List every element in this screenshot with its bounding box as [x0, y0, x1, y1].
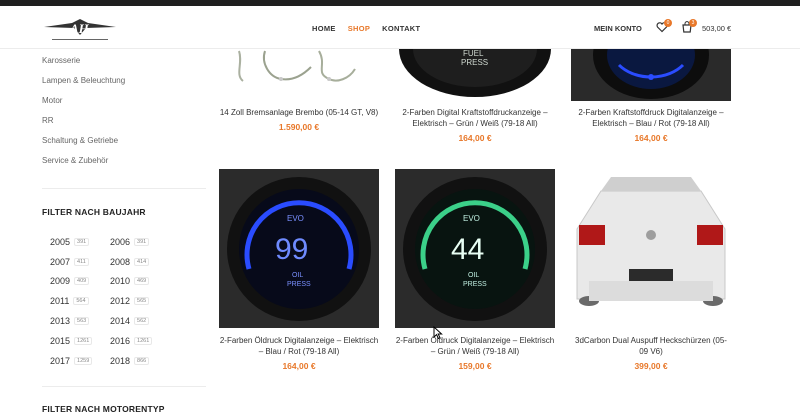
year-filter-item[interactable]: 2006 391: [110, 237, 170, 247]
product-image[interactable]: [219, 49, 379, 89]
svg-text:AH: AH: [69, 21, 90, 36]
nav-shop[interactable]: SHOP: [348, 24, 370, 33]
gauge-label-oil: OIL: [292, 272, 303, 279]
gauge-value: 44: [451, 233, 484, 266]
product-title[interactable]: 2-Farben Öldruck Digitalanzeige – Elektr…: [219, 335, 379, 357]
product-price: 164,00 €: [458, 133, 492, 143]
gauge-label-oil: OIL: [468, 272, 479, 279]
year-filter-item[interactable]: 2015 1261: [50, 336, 110, 346]
category-link[interactable]: Motor: [42, 91, 206, 111]
year-filter-item[interactable]: 2013 563: [50, 316, 110, 326]
product-title[interactable]: 2-Farben Öldruck Digitalanzeige – Elektr…: [395, 335, 555, 357]
product-image[interactable]: [571, 169, 731, 328]
product-title[interactable]: 3dCarbon Dual Auspuff Heckschürzen (05-0…: [571, 335, 731, 357]
gauge-label-fuel: FUEL: [463, 49, 484, 58]
gauge-label-press: PRESS: [461, 58, 488, 67]
year-filter-item[interactable]: 2014 562: [110, 316, 170, 326]
gauge-label-press: PRESS: [463, 281, 487, 288]
product-image[interactable]: EVO 99 OIL PRESS: [219, 169, 379, 328]
site-header: AH HOME SHOP KONTAKT MEIN KONTO 0 3 503,…: [0, 6, 800, 49]
gauge-label-evo: EVO: [463, 214, 480, 223]
year-filter-item[interactable]: 2008 414: [110, 257, 170, 267]
gauge-value: 99: [275, 233, 308, 266]
cart-count-badge: 3: [689, 19, 697, 27]
sidebar-categories: Karosserie Lampen & Beleuchtung Motor RR…: [42, 49, 206, 171]
product-price: 1.590,00 €: [278, 122, 320, 132]
my-account-link[interactable]: MEIN KONTO: [594, 24, 642, 33]
year-filter-item[interactable]: 2007 411: [50, 257, 110, 267]
year-filter-item[interactable]: 2010 469: [110, 276, 170, 286]
cart-total[interactable]: 503,00 €: [702, 24, 731, 33]
product-title[interactable]: 2-Farben Digital Kraftstoffdruckanzeige …: [395, 107, 555, 129]
year-filter-item[interactable]: 2005 391: [50, 237, 110, 247]
filter-engine-title: FILTER NACH MOTORENTYP: [42, 404, 165, 414]
product-price: 399,00 €: [634, 361, 668, 371]
nav-home[interactable]: HOME: [312, 24, 336, 33]
category-link[interactable]: Karosserie: [42, 51, 206, 71]
main-nav: HOME SHOP KONTAKT: [312, 24, 420, 33]
mouse-pointer-icon: [433, 326, 443, 340]
year-filter-item[interactable]: 2016 1261: [110, 336, 170, 346]
category-link[interactable]: Lampen & Beleuchtung: [42, 71, 206, 91]
year-filter-item[interactable]: 2017 1259: [50, 356, 110, 366]
product-image[interactable]: [571, 49, 731, 101]
product-price: 164,00 €: [282, 361, 316, 371]
category-link[interactable]: Service & Zubehör: [42, 151, 206, 171]
product-image[interactable]: FUEL PRESS: [395, 49, 555, 101]
gauge-label-press: PRESS: [287, 281, 311, 288]
sidebar-divider: [42, 386, 206, 387]
filter-year-title: FILTER NACH BAUJAHR: [42, 207, 146, 217]
year-filter-list: 2005 391 2006 391 2007 411 2008 414 2009 409 …: [50, 232, 210, 371]
category-link[interactable]: RR: [42, 111, 206, 131]
year-filter-item[interactable]: 2012 565: [110, 296, 170, 306]
product-title[interactable]: 2-Farben Kraftstoffdruck Digitalanzeige …: [571, 107, 731, 129]
category-link[interactable]: Schaltung & Getriebe: [42, 131, 206, 151]
product-image[interactable]: EVO 44 OIL PRESS: [395, 169, 555, 328]
product-price: 164,00 €: [634, 133, 668, 143]
sidebar-divider: [42, 188, 206, 189]
nav-kontakt[interactable]: KONTAKT: [382, 24, 420, 33]
product-title[interactable]: 14 Zoll Bremsanlage Brembo (05-14 GT, V8…: [219, 107, 379, 118]
logo[interactable]: AH: [42, 17, 118, 45]
year-filter-item[interactable]: 2011 564: [50, 296, 110, 306]
gauge-label-evo: EVO: [287, 214, 304, 223]
year-filter-item[interactable]: 2009 409: [50, 276, 110, 286]
wishlist-count-badge: 0: [664, 19, 672, 27]
year-filter-item[interactable]: 2018 866: [110, 356, 170, 366]
product-price: 159,00 €: [458, 361, 492, 371]
